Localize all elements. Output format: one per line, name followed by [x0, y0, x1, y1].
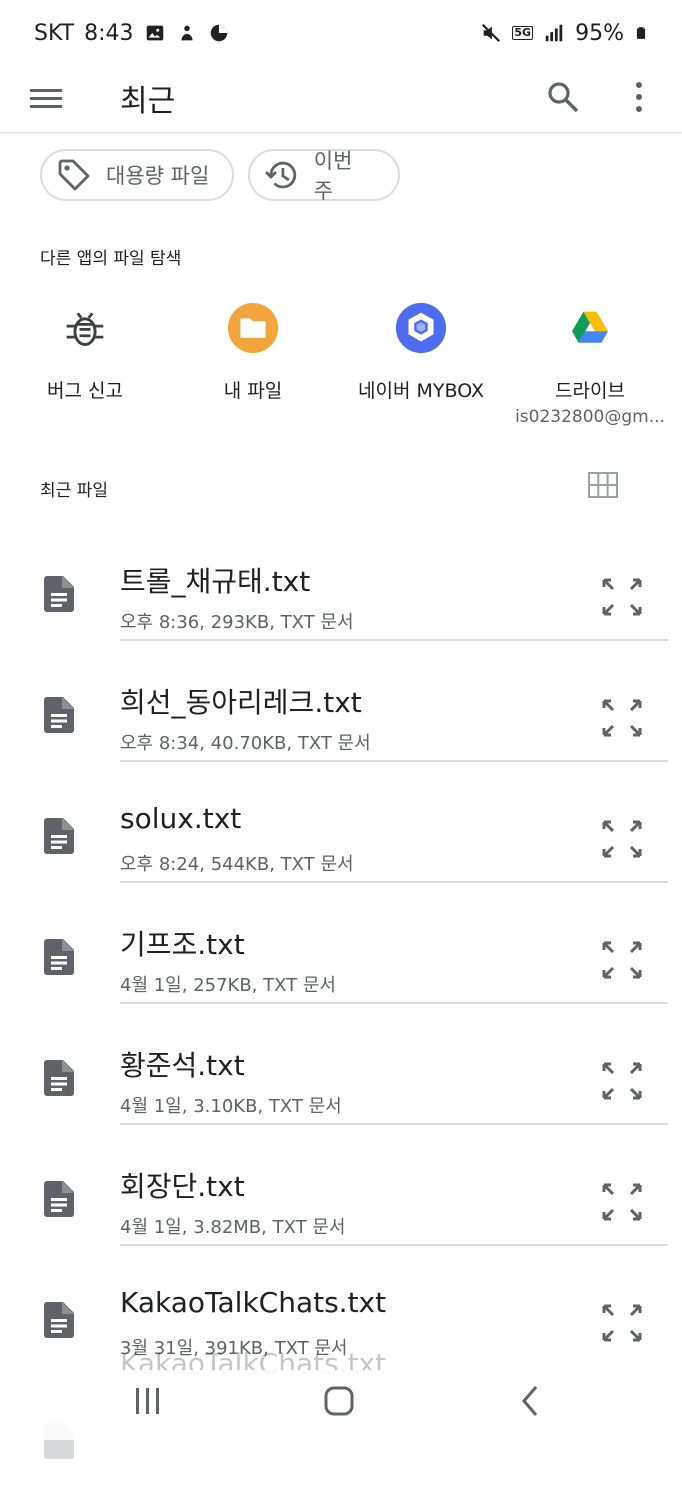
- file-meta: 4월 1일, 257KB, TXT 문서: [120, 975, 336, 996]
- app-label: 내 파일: [223, 380, 283, 402]
- chip-this-week[interactable]: 이번 주: [248, 149, 400, 203]
- file-meta: 4월 1일, 3.82MB, TXT 문서: [120, 1217, 346, 1238]
- expand-preview-icon[interactable]: [600, 1181, 644, 1223]
- expand-preview-icon[interactable]: [600, 939, 644, 981]
- document-icon: [44, 818, 74, 854]
- data-saver-icon: [210, 24, 227, 42]
- image-notification-icon: [146, 25, 163, 41]
- clock: 8:43: [84, 20, 134, 46]
- file-row[interactable]: 회장단.txt 4월 1일, 3.82MB, TXT 문서: [0, 1125, 682, 1246]
- history-icon: [265, 161, 297, 189]
- expand-preview-icon[interactable]: [600, 697, 644, 739]
- app-bug-report[interactable]: 버그 신고: [0, 300, 170, 403]
- page-title: 최근: [120, 84, 176, 119]
- expand-preview-icon[interactable]: [600, 818, 644, 860]
- recent-apps-icon[interactable]: [128, 1384, 168, 1418]
- file-meta: 오후 8:34, 40.70KB, TXT 문서: [120, 733, 371, 754]
- file-row[interactable]: 황준석.txt 4월 1일, 3.10KB, TXT 문서: [0, 1004, 682, 1125]
- signal-icon: [545, 24, 563, 42]
- home-icon[interactable]: [319, 1384, 359, 1418]
- file-meta: 오후 8:36, 293KB, TXT 문서: [120, 612, 354, 633]
- google-drive-icon: [572, 311, 608, 343]
- status-left: SKT 8:43: [34, 21, 230, 46]
- document-icon: [44, 576, 74, 612]
- file-row[interactable]: 기프조.txt 4월 1일, 257KB, TXT 문서: [0, 883, 682, 1004]
- expand-preview-icon[interactable]: [600, 1302, 644, 1344]
- menu-icon[interactable]: [30, 84, 62, 114]
- other-apps-heading: 다른 앱의 파일 탐색: [40, 249, 182, 269]
- tag-icon: [58, 159, 90, 191]
- network-type: 5G: [512, 26, 534, 40]
- file-name: 회장단.txt: [120, 1170, 245, 1203]
- bug-icon: [66, 312, 104, 346]
- file-meta: 오후 8:24, 544KB, TXT 문서: [120, 854, 354, 875]
- file-name: solux.txt: [120, 802, 242, 835]
- icon-wrap: [57, 300, 113, 356]
- chip-label: 대용량 파일: [106, 164, 210, 188]
- app-label: 드라이브: [555, 380, 625, 402]
- file-row[interactable]: 트롤_채규태.txt 오후 8:36, 293KB, TXT 문서: [0, 520, 682, 641]
- file-row[interactable]: solux.txt 오후 8:24, 544KB, TXT 문서: [0, 762, 682, 883]
- chip-label: 이번 주: [313, 149, 353, 203]
- file-name: 트롤_채규태.txt: [120, 565, 311, 598]
- app-bar: 최근: [0, 66, 682, 133]
- expand-preview-icon[interactable]: [600, 576, 644, 618]
- app-label: 네이버 MYBOX: [358, 380, 484, 402]
- recent-files-heading: 최근 파일: [40, 481, 108, 501]
- file-meta: 4월 1일, 3.10KB, TXT 문서: [120, 1096, 342, 1117]
- app-naver-mybox[interactable]: 네이버 MYBOX: [336, 300, 506, 403]
- file-name: 희선_동아리레크.txt: [120, 686, 362, 719]
- battery-percent: 95%: [575, 20, 624, 46]
- carrier-label: SKT: [34, 20, 75, 46]
- mybox-icon: [395, 302, 447, 354]
- document-icon: [44, 1302, 74, 1338]
- app-notification-icon: [181, 25, 193, 41]
- more-options-icon[interactable]: [626, 80, 652, 114]
- battery-icon: [636, 27, 646, 39]
- icon-wrap: [225, 300, 281, 356]
- status-bar: SKT 8:43 5G 95%: [0, 0, 682, 66]
- document-icon: [44, 939, 74, 975]
- icon-wrap: [562, 300, 618, 356]
- back-icon[interactable]: [510, 1384, 550, 1418]
- file-name: KakaoTalkChats.txt: [120, 1286, 387, 1319]
- document-icon: [44, 1181, 74, 1217]
- file-name: 황준석.txt: [120, 1049, 245, 1082]
- app-my-files[interactable]: 내 파일: [168, 300, 338, 403]
- file-row[interactable]: 희선_동아리레크.txt 오후 8:34, 40.70KB, TXT 문서: [0, 641, 682, 762]
- document-icon: [44, 1060, 74, 1096]
- folder-icon: [227, 302, 279, 354]
- mute-icon: [482, 23, 501, 43]
- document-icon: [44, 697, 74, 733]
- status-right: 5G 95%: [480, 21, 648, 46]
- icon-wrap: [393, 300, 449, 356]
- search-icon[interactable]: [546, 80, 580, 114]
- app-label: 버그 신고: [47, 380, 123, 402]
- file-name: 기프조.txt: [120, 928, 245, 961]
- expand-preview-icon[interactable]: [600, 1060, 644, 1102]
- chip-large-files[interactable]: 대용량 파일: [40, 149, 234, 201]
- recent-files-list: 트롤_채규태.txt 오후 8:36, 293KB, TXT 문서 희선_동아리…: [0, 520, 682, 1488]
- app-google-drive[interactable]: 드라이브 is0232800@gm...: [505, 300, 675, 427]
- system-nav-bar: [0, 1370, 682, 1440]
- drive-account: is0232800@gm...: [515, 407, 665, 427]
- grid-view-icon[interactable]: [588, 472, 618, 498]
